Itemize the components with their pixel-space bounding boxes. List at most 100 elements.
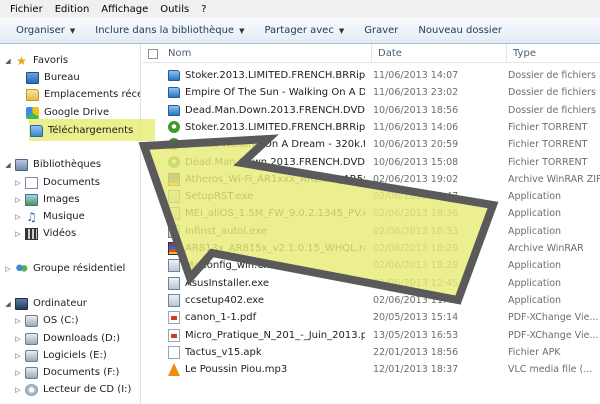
file-date: 02/06/2013 18:28 bbox=[373, 260, 459, 272]
nav-label: Images bbox=[43, 194, 80, 205]
exe-file-icon bbox=[168, 207, 180, 221]
file-row[interactable]: AsusInstaller.exe 02/06/2013 12:45 Applica… bbox=[142, 275, 600, 292]
file-type: Fichier APK bbox=[508, 346, 561, 358]
expand-arrow-icon[interactable]: ▷ bbox=[14, 196, 22, 204]
file-row[interactable]: ccsetup402.exe 02/06/2013 11:46 Applicatio… bbox=[142, 292, 600, 309]
file-name: Stoker.2013.LIMITED.FRENCH.BRRip.Xvi... bbox=[185, 121, 365, 133]
file-row[interactable]: Dead.Man.Down.2013.FRENCH.DVDRiP... 10/06… bbox=[142, 154, 600, 171]
row-checkbox[interactable] bbox=[148, 175, 158, 185]
row-checkbox[interactable] bbox=[148, 348, 158, 358]
file-row[interactable]: Stoker.2013.LIMITED.FRENCH.BRRip.Xvi... 1… bbox=[142, 119, 600, 136]
nav-drive-e[interactable]: ▷ Logiciels (E:) bbox=[14, 347, 140, 364]
nav-documents[interactable]: ▷ Documents bbox=[14, 174, 140, 191]
collapse-arrow-icon[interactable]: ◢ bbox=[4, 300, 12, 308]
exe-file-icon bbox=[168, 293, 180, 307]
nav-drive-i[interactable]: ▷ Lecteur de CD (I:) bbox=[14, 381, 140, 398]
file-type: Dossier de fichiers bbox=[508, 104, 596, 116]
nav-downloads[interactable]: Téléchargements bbox=[30, 122, 154, 139]
nav-libraries[interactable]: ◢ Bibliothèques bbox=[4, 156, 140, 173]
nav-favorites[interactable]: ◢ ★ Favoris bbox=[4, 52, 140, 69]
new-folder-button[interactable]: Nouveau dossier bbox=[408, 20, 512, 42]
file-row[interactable]: Atheros_Wi-Fi_AR1xxx_AR2xxx_AR5xxx... 02/… bbox=[142, 171, 600, 188]
organize-button[interactable]: Organiser ▼ bbox=[6, 20, 85, 42]
include-library-button[interactable]: Inclure dans la bibliothèque ▼ bbox=[85, 20, 254, 42]
expand-arrow-icon[interactable]: ▷ bbox=[14, 386, 22, 394]
nav-recent-places[interactable]: Emplacements récents bbox=[26, 86, 140, 103]
menu-fichier[interactable]: Fichier bbox=[4, 4, 49, 15]
nav-music[interactable]: ▷ ♫ Musique bbox=[14, 208, 140, 225]
nav-drive-f[interactable]: ▷ Documents (F:) bbox=[14, 364, 140, 381]
row-checkbox[interactable] bbox=[148, 331, 158, 341]
file-row[interactable]: infinst_autol.exe 02/06/2013 18:33 Applica… bbox=[142, 223, 600, 240]
expand-arrow-icon[interactable]: ▷ bbox=[14, 369, 22, 377]
row-checkbox[interactable] bbox=[148, 209, 158, 219]
file-date: 10/06/2013 18:56 bbox=[373, 104, 459, 116]
row-checkbox[interactable] bbox=[148, 296, 158, 306]
select-all-checkbox[interactable] bbox=[148, 49, 158, 59]
column-header-name[interactable]: Nom bbox=[162, 44, 372, 63]
row-checkbox[interactable] bbox=[148, 227, 158, 237]
pdf-file-icon bbox=[168, 311, 180, 325]
column-header-type[interactable]: Type bbox=[507, 44, 600, 63]
file-row[interactable]: Empire Of The Sun - Walking On A Dre... 1… bbox=[142, 84, 600, 101]
file-row[interactable]: Tactus_v15.apk 22/01/2013 18:56 Fichier AP… bbox=[142, 344, 600, 361]
nav-drive-d[interactable]: ▷ Downloads (D:) bbox=[14, 330, 140, 347]
column-name-label: Nom bbox=[168, 48, 192, 59]
row-checkbox[interactable] bbox=[148, 279, 158, 289]
burn-button[interactable]: Graver bbox=[354, 20, 408, 42]
file-type: Application bbox=[508, 191, 562, 203]
file-row[interactable]: (2008) Walking On A Dream - 320k.torr...… bbox=[142, 136, 600, 153]
row-checkbox[interactable] bbox=[148, 365, 158, 375]
file-row[interactable]: Dead.Man.Down.2013.FRENCH.DVDRiP... 10/06… bbox=[142, 102, 600, 119]
row-checkbox[interactable] bbox=[148, 106, 158, 116]
expand-arrow-icon[interactable]: ▷ bbox=[14, 230, 22, 238]
expand-arrow-icon[interactable]: ▷ bbox=[14, 335, 22, 343]
file-row[interactable]: MEI_allOS_1.5M_FW_9.0.2.1345_PV.exe 02/06… bbox=[142, 205, 600, 222]
nav-homegroup[interactable]: ▷ Groupe résidentiel bbox=[4, 260, 140, 277]
folder-blue-file-icon bbox=[168, 70, 180, 81]
navigation-pane: ◢ ★ Favoris Bureau Emplacements récents … bbox=[0, 44, 141, 404]
row-checkbox[interactable] bbox=[148, 192, 158, 202]
row-checkbox[interactable] bbox=[148, 88, 158, 98]
nav-computer[interactable]: ◢ Ordinateur bbox=[4, 295, 140, 312]
row-checkbox[interactable] bbox=[148, 140, 158, 150]
file-date: 02/06/2013 18:47 bbox=[373, 191, 459, 203]
expand-arrow-icon[interactable]: ▷ bbox=[4, 265, 12, 273]
film-icon bbox=[25, 227, 38, 240]
exe-file-icon bbox=[168, 224, 180, 238]
expand-arrow-icon[interactable]: ▷ bbox=[14, 352, 22, 360]
menu-help[interactable]: ? bbox=[195, 4, 212, 15]
expand-arrow-icon[interactable]: ▷ bbox=[14, 213, 22, 221]
expand-arrow-icon[interactable]: ▷ bbox=[14, 179, 22, 187]
collapse-arrow-icon[interactable]: ◢ bbox=[4, 57, 12, 65]
row-checkbox[interactable] bbox=[148, 158, 158, 168]
file-row[interactable]: MaConfig_win.exe 02/06/2013 18:28 Applicat… bbox=[142, 257, 600, 274]
column-header-date[interactable]: Date bbox=[372, 44, 507, 63]
file-row[interactable]: canon_1-1.pdf 20/05/2013 15:14 PDF-XChange… bbox=[142, 309, 600, 326]
torrent-file-icon bbox=[168, 138, 180, 151]
row-checkbox[interactable] bbox=[148, 244, 158, 254]
nav-desktop[interactable]: Bureau bbox=[26, 69, 140, 86]
nav-label: Lecteur de CD (I:) bbox=[43, 384, 132, 395]
row-checkbox[interactable] bbox=[148, 261, 158, 271]
file-row[interactable]: Le Poussin Piou.mp3 12/01/2013 18:37 VLC m… bbox=[142, 361, 600, 378]
chevron-down-icon: ▼ bbox=[338, 26, 345, 35]
menu-edition[interactable]: Edition bbox=[49, 4, 96, 15]
file-row[interactable]: SetupRST.exe 02/06/2013 18:47 Application bbox=[142, 188, 600, 205]
expand-arrow-icon[interactable]: ▷ bbox=[14, 317, 22, 325]
file-date: 02/06/2013 18:33 bbox=[373, 225, 459, 237]
file-row[interactable]: Micro_Pratique_N_201_-_Juin_2013.pdf 13/0… bbox=[142, 327, 600, 344]
row-checkbox[interactable] bbox=[148, 313, 158, 323]
file-row[interactable]: AR813x_AR815x_v2.1.0.15_WHQL.rar 02/06/20… bbox=[142, 240, 600, 257]
file-type: PDF-XChange Vie... bbox=[508, 329, 599, 341]
share-button[interactable]: Partager avec ▼ bbox=[254, 20, 354, 42]
row-checkbox[interactable] bbox=[148, 71, 158, 81]
collapse-arrow-icon[interactable]: ◢ bbox=[4, 161, 12, 169]
nav-drive-c[interactable]: ▷ OS (C:) bbox=[14, 312, 140, 329]
new-folder-label: Nouveau dossier bbox=[418, 25, 502, 36]
menu-affichage[interactable]: Affichage bbox=[95, 4, 154, 15]
nav-videos[interactable]: ▷ Vidéos bbox=[14, 225, 140, 242]
file-row[interactable]: Stoker.2013.LIMITED.FRENCH.BRRip.Xvi... 1… bbox=[142, 67, 600, 84]
menu-outils[interactable]: Outils bbox=[154, 4, 195, 15]
nav-images[interactable]: ▷ Images bbox=[14, 191, 140, 208]
